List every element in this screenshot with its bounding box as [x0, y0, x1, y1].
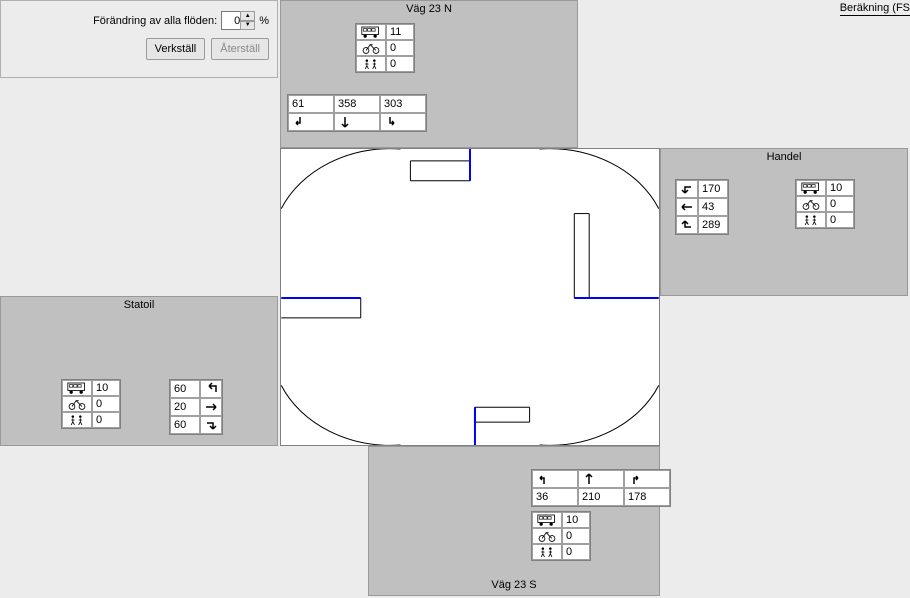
north-bike-count[interactable]: 0	[386, 40, 414, 56]
east-title: Handel	[661, 149, 907, 165]
pedestrian-icon	[532, 544, 562, 560]
east-ped-count[interactable]: 0	[826, 212, 854, 228]
east-bike-count[interactable]: 0	[826, 196, 854, 212]
east-right-value[interactable]: 289	[698, 216, 728, 234]
percent-unit: %	[259, 15, 269, 27]
intersection-diagram	[280, 148, 660, 446]
south-turns-table: 36 210 178	[531, 469, 671, 507]
west-title: Statoil	[1, 297, 277, 313]
west-straight-value[interactable]: 20	[170, 398, 200, 416]
turn-left-icon	[532, 470, 578, 488]
bus-icon	[532, 512, 562, 528]
bike-icon	[796, 196, 826, 212]
west-ped-count[interactable]: 0	[92, 412, 120, 428]
east-vehicle-table: 10 0 0	[795, 179, 855, 229]
turn-right-icon	[380, 113, 426, 131]
west-bike-count[interactable]: 0	[92, 396, 120, 412]
north-vehicle-table: 11 0 0	[355, 23, 415, 73]
bike-icon	[356, 40, 386, 56]
reset-button: Återställ	[211, 38, 269, 60]
south-ped-count[interactable]: 0	[562, 544, 590, 560]
south-straight-value[interactable]: 210	[578, 488, 624, 506]
straight-down-icon	[334, 113, 380, 131]
calculation-link[interactable]: Beräkning (FS	[840, 2, 910, 16]
north-approach-panel: Väg 23 N 11 0 0 61 358 303	[280, 0, 578, 148]
north-bus-count[interactable]: 11	[386, 24, 414, 40]
south-title: Väg 23 S	[369, 577, 659, 593]
south-bus-count[interactable]: 10	[562, 512, 590, 528]
south-right-value[interactable]: 178	[624, 488, 670, 506]
spin-down[interactable]: ▼	[240, 21, 255, 31]
south-bike-count[interactable]: 0	[562, 528, 590, 544]
west-bus-count[interactable]: 10	[92, 380, 120, 396]
east-straight-value[interactable]: 43	[698, 198, 728, 216]
west-approach-panel: Statoil 10 0 0 60 20	[0, 296, 278, 446]
north-straight-value[interactable]: 358	[334, 95, 380, 113]
apply-button[interactable]: Verkställ	[146, 38, 206, 60]
bus-icon	[356, 24, 386, 40]
straight-up-icon	[578, 470, 624, 488]
north-turns-table: 61 358 303	[287, 94, 427, 132]
turn-left-down-icon	[676, 180, 698, 198]
flow-adjust-label: Förändring av alla flöden:	[93, 15, 217, 27]
north-title: Väg 23 N	[281, 1, 577, 17]
turn-left-icon	[288, 113, 334, 131]
west-left-value[interactable]: 60	[170, 380, 200, 398]
east-turns-table: 170 43 289	[675, 179, 729, 235]
bus-icon	[62, 380, 92, 396]
east-left-value[interactable]: 170	[698, 180, 728, 198]
turn-right-down-icon	[200, 416, 222, 434]
spin-up[interactable]: ▲	[240, 11, 255, 21]
turn-left-up-icon	[200, 380, 222, 398]
south-approach-panel: 36 210 178 10 0 0 Väg 23 S	[368, 446, 660, 596]
bike-icon	[532, 528, 562, 544]
flow-adjust-panel: Förändring av alla flöden: ▲ ▼ % Verkstä…	[0, 0, 278, 78]
east-bus-count[interactable]: 10	[826, 180, 854, 196]
pedestrian-icon	[356, 56, 386, 72]
pedestrian-icon	[796, 212, 826, 228]
east-approach-panel: Handel 170 43 289 10 0	[660, 148, 908, 296]
north-ped-count[interactable]: 0	[386, 56, 414, 72]
west-turns-table: 60 20 60	[169, 379, 223, 435]
bus-icon	[796, 180, 826, 196]
north-right-value[interactable]: 303	[380, 95, 426, 113]
turn-right-up-icon	[676, 216, 698, 234]
pedestrian-icon	[62, 412, 92, 428]
straight-left-icon	[676, 198, 698, 216]
south-left-value[interactable]: 36	[532, 488, 578, 506]
west-vehicle-table: 10 0 0	[61, 379, 121, 429]
west-right-value[interactable]: 60	[170, 416, 200, 434]
turn-right-icon	[624, 470, 670, 488]
straight-right-icon	[200, 398, 222, 416]
south-vehicle-table: 10 0 0	[531, 511, 591, 561]
north-left-value[interactable]: 61	[288, 95, 334, 113]
bike-icon	[62, 396, 92, 412]
